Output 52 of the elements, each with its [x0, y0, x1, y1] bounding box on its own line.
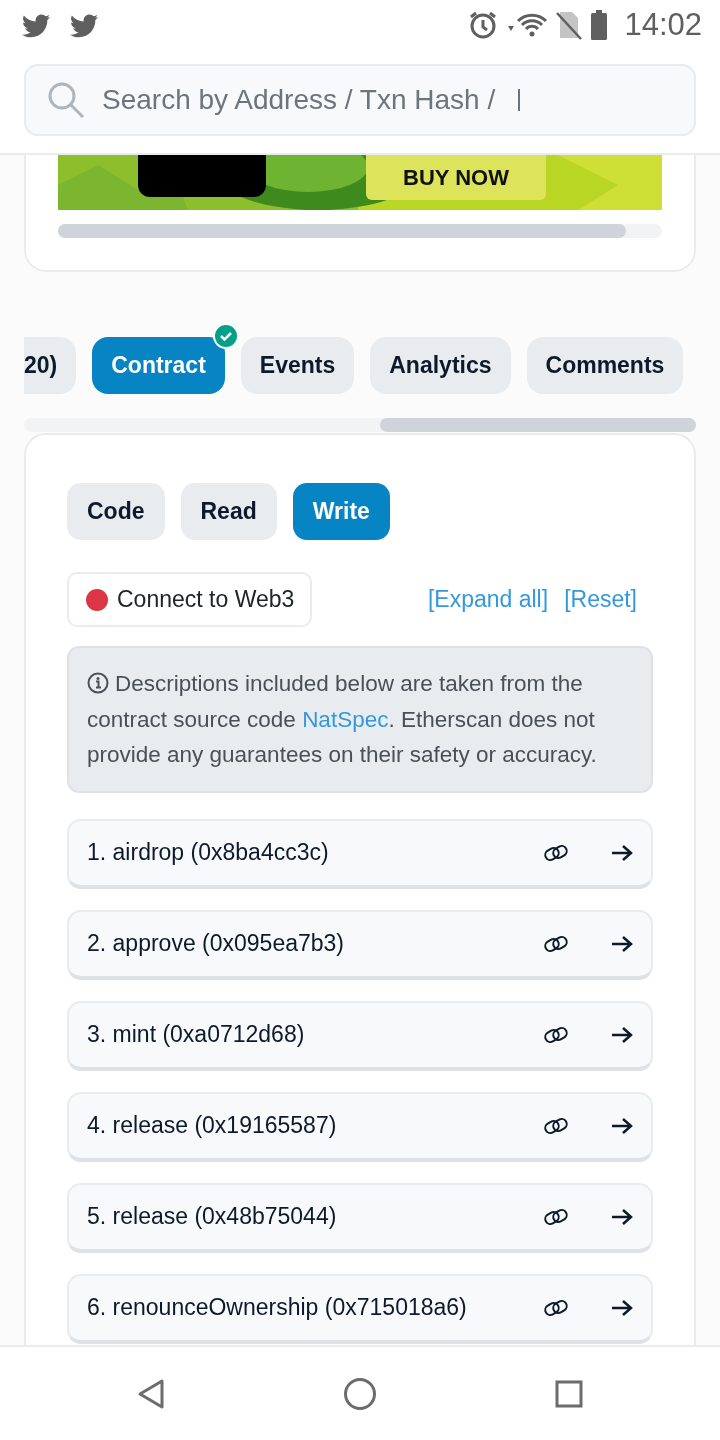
link-icon[interactable] — [543, 1115, 569, 1136]
function-row[interactable]: 3. mint (0xa0712d68) — [67, 1000, 653, 1071]
alarm-icon — [468, 10, 499, 40]
back-icon[interactable] — [137, 1377, 165, 1410]
function-row[interactable]: 4. release (0x19165587) — [67, 1091, 653, 1162]
function-name: 2. approve (0x095ea7b3) — [87, 929, 345, 959]
info-icon — [87, 672, 109, 694]
function-row[interactable]: 1. airdrop (0x8ba4cc3c) — [67, 818, 653, 889]
link-icon[interactable] — [543, 1297, 569, 1318]
connect-button[interactable]: Connect to Web3 — [67, 572, 313, 627]
search-field[interactable]: Search by Address / Txn Hash / — [102, 79, 502, 121]
link-icon[interactable] — [543, 1024, 569, 1045]
arrow-right-icon[interactable] — [611, 934, 633, 953]
text-cursor — [518, 89, 520, 111]
battery-icon — [590, 10, 609, 40]
function-name: 5. release (0x48b75044) — [87, 1202, 337, 1232]
search-bar[interactable]: Search by Address / Txn Hash / — [24, 64, 696, 136]
function-row[interactable]: 5. release (0x48b75044) — [67, 1182, 653, 1253]
arrow-right-icon[interactable] — [611, 1298, 633, 1317]
recents-icon[interactable] — [555, 1379, 583, 1408]
link-icon[interactable] — [543, 842, 569, 863]
scrollbar[interactable] — [24, 418, 696, 432]
arrow-right-icon[interactable] — [611, 1116, 633, 1135]
function-name: 1. airdrop (0x8ba4cc3c) — [87, 838, 329, 868]
bird-icon — [20, 11, 52, 39]
search-icon — [46, 80, 86, 120]
no-sim-icon — [556, 10, 583, 40]
tab[interactable]: Write — [292, 483, 390, 540]
clock-time: 14:02 — [624, 5, 702, 44]
function-row[interactable]: 2. approve (0x095ea7b3) — [67, 909, 653, 980]
link-icon[interactable] — [543, 933, 569, 954]
tab[interactable]: Code — [67, 483, 165, 540]
arrow-right-icon[interactable] — [611, 1025, 633, 1044]
wifi-icon — [506, 12, 549, 38]
tab[interactable]: Analytics — [370, 337, 511, 394]
arrow-right-icon[interactable] — [611, 1207, 633, 1226]
link-icon[interactable] — [543, 1206, 569, 1227]
home-icon[interactable] — [343, 1376, 377, 1411]
function-name: 6. renounceOwnership (0x715018a6) — [87, 1293, 467, 1323]
arrow-right-icon[interactable] — [611, 843, 633, 862]
function-row[interactable]: 6. renounceOwnership (0x715018a6) — [67, 1273, 653, 1344]
scrollbar[interactable] — [58, 224, 662, 238]
tab[interactable]: Read — [180, 483, 277, 540]
notice-text: Descriptions included below are taken from the contract source code NatSpec. Etherscan does not provide any guarantees on their safety or accuracy. — [67, 646, 653, 793]
tab[interactable]: Events — [240, 337, 355, 394]
tab[interactable]: Comments — [526, 337, 684, 394]
function-name: 3. mint (0xa0712d68) — [87, 1020, 305, 1050]
buy-now-button[interactable]: BUY NOW — [366, 155, 546, 200]
tab[interactable]: 20) — [24, 337, 77, 394]
function-name: 4. release (0x19165587) — [87, 1111, 337, 1141]
tab[interactable]: Contract — [92, 337, 225, 394]
bird-icon — [68, 11, 100, 39]
